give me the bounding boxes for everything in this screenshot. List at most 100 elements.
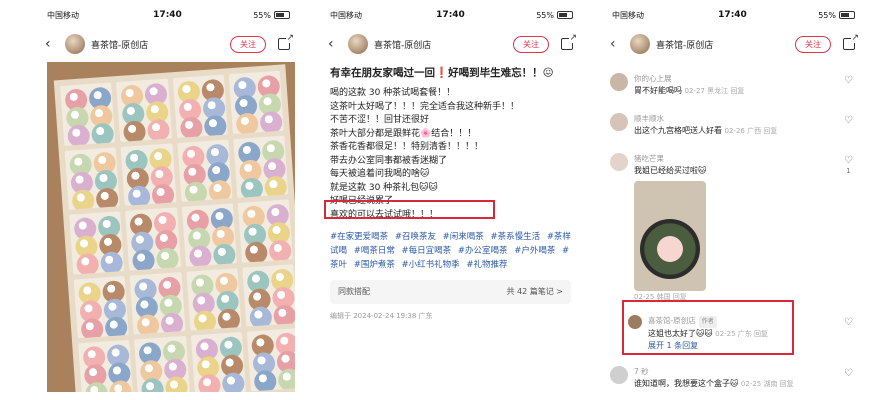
like-icon[interactable]: ♡ — [844, 76, 853, 86]
hashtag[interactable]: #办公室喝茶 — [458, 246, 508, 256]
phone-screen-comments: 中国移动 17:40 55% ‹ 喜茶馆-原创店 关注 你的心上展 胃不好能喝吗… — [600, 0, 865, 400]
share-icon[interactable] — [843, 33, 859, 50]
clock: 17:40 — [436, 10, 465, 20]
like-icon[interactable]: ♡ — [844, 369, 853, 379]
follow-button[interactable]: 关注 — [513, 35, 549, 53]
share-icon[interactable] — [561, 33, 577, 50]
shop-name[interactable]: 喜茶馆-原创店 — [91, 38, 224, 51]
like-count: 1 — [846, 167, 851, 175]
hashtag[interactable]: #在家更爱喝茶 — [330, 232, 388, 242]
commenter-name[interactable]: 猪吃芒果 — [634, 153, 855, 165]
hashtag[interactable]: #户外喝茶 — [514, 246, 555, 256]
highlight-box — [622, 300, 794, 355]
post-line: 喝的这款 30 种茶试喝套餐！！ — [330, 88, 456, 98]
post-line: 这茶叶太好喝了！！！完全适合我这种新手！！ — [330, 101, 520, 112]
tea-compartment — [181, 203, 237, 267]
commenter-avatar[interactable] — [610, 366, 628, 384]
follow-button[interactable]: 关注 — [230, 35, 266, 53]
tea-compartment — [233, 135, 289, 199]
comment-meta: 02-25 湖南 回复 — [740, 380, 794, 388]
comment[interactable]: 猪吃芒果 我姐已经给买过啦🐱 02-25 韩国 回复 ♡ 1 — [600, 148, 865, 308]
tea-compartment — [246, 328, 295, 392]
tea-compartment — [228, 70, 284, 134]
share-icon[interactable] — [278, 33, 294, 50]
comment-meta: 02-27 黑龙江 回复 — [684, 87, 745, 95]
comment[interactable]: 你的心上展 胃不好能喝吗 02-27 黑龙江 回复 ♡ — [600, 68, 865, 102]
post-line-highlighted: 每天被追着问我喝的啥🐱 — [330, 169, 430, 179]
tea-box-image — [53, 64, 295, 392]
tea-compartment — [60, 82, 116, 146]
avatar[interactable] — [630, 34, 650, 54]
comment-text: 我姐已经给买过啦🐱 — [634, 166, 707, 175]
comment[interactable]: 7 秒 谁知道啊，我想要这个盒子🐱 02-25 湖南 回复 ♡ — [600, 361, 865, 395]
avatar[interactable] — [348, 34, 368, 54]
hashtag[interactable]: #围炉煮茶 — [354, 260, 395, 270]
tea-compartment — [69, 211, 125, 275]
hashtag[interactable]: #茶系慢生活 — [490, 232, 540, 242]
battery-icon — [839, 11, 855, 19]
hashtag[interactable]: #礼物推荐 — [466, 260, 507, 270]
clock: 17:40 — [153, 10, 182, 20]
back-icon[interactable]: ‹ — [45, 36, 59, 52]
like-icon[interactable]: ♡ — [844, 318, 853, 328]
status-bar: 中国移动 17:40 55% — [600, 0, 865, 30]
tea-compartment — [64, 146, 120, 210]
commenter-avatar[interactable] — [610, 113, 628, 131]
post-line: 茶叶大部分都是跟鲜花🌸结合！！！ — [330, 128, 477, 139]
comment[interactable]: 顺丰顺水 出这个九宫格吧送人好看 02-26 广西 回复 ♡ — [600, 108, 865, 142]
tea-compartment — [237, 199, 293, 263]
hashtag[interactable]: #每日宜喝茶 — [402, 246, 452, 256]
collection-label: 同款搭配 — [338, 287, 370, 296]
comment-text: 胃不好能喝吗 — [634, 86, 682, 95]
post-photo[interactable] — [47, 62, 295, 392]
hashtag[interactable]: #闲来喝茶 — [443, 232, 484, 242]
follow-button[interactable]: 关注 — [795, 35, 831, 53]
status-bar: 中国移动 17:40 55% — [318, 0, 583, 30]
commenter-name[interactable]: 你的心上展 — [634, 73, 855, 85]
post-body: 有幸在朋友家喝过一回❗好喝到毕生难忘！！😖 喝的这款 30 种茶试喝套餐！！ 这… — [318, 66, 583, 323]
commenter-avatar[interactable] — [610, 73, 628, 91]
hashtag-list: #在家更爱喝茶 #召唤茶友 #闲来喝茶 #茶系慢生活 #茶样试喝 #喝茶日常 #… — [330, 230, 571, 272]
highlight-box — [324, 200, 495, 219]
tea-compartment — [242, 264, 295, 328]
back-icon[interactable]: ‹ — [610, 36, 624, 52]
tea-compartment — [185, 267, 242, 331]
post-line: 带去办公室同事都被香迷糊了 — [330, 155, 448, 166]
post-line: 就是这款 30 种茶礼包🐱🐱 — [330, 182, 438, 193]
edit-timestamp: 编辑于 2024-02-24 19:38 广东 — [330, 311, 433, 320]
phone-screen-photo: 中国移动 17:40 55% ‹ 喜茶馆-原创店 关注 — [35, 0, 300, 400]
commenter-name[interactable]: 顺丰顺水 — [634, 113, 855, 125]
hashtag[interactable]: #喝茶日常 — [354, 246, 395, 256]
post-line: 茶香花香都很足！！特别清香！！！！ — [330, 142, 484, 152]
hashtag[interactable]: #召唤茶友 — [395, 232, 436, 242]
avatar[interactable] — [65, 34, 85, 54]
post-line: 不苦不涩！！回甘还很好 — [330, 115, 430, 125]
post-title: 有幸在朋友家喝过一回❗好喝到毕生难忘！！😖 — [330, 67, 554, 79]
nav-bar: ‹ 喜茶馆-原创店 关注 — [35, 30, 300, 58]
back-icon[interactable]: ‹ — [328, 36, 342, 52]
tea-compartment — [190, 332, 246, 392]
tea-compartment — [78, 340, 134, 392]
tea-compartment — [116, 78, 172, 142]
tea-compartment — [129, 271, 186, 335]
collection-row[interactable]: 同款搭配 共 42 篇笔记 > — [330, 280, 571, 304]
like-icon[interactable]: ♡ — [844, 116, 853, 126]
commenter-avatar[interactable] — [610, 153, 628, 171]
tea-compartment — [125, 207, 181, 271]
tea-compartment — [176, 139, 233, 203]
status-bar: 中国移动 17:40 55% — [35, 0, 300, 30]
hashtag[interactable]: #小红书礼物季 — [402, 260, 460, 270]
tea-compartment — [120, 142, 177, 207]
collection-count: 共 42 篇笔记 > — [506, 287, 563, 296]
comment-meta: 02-26 广西 回复 — [724, 127, 778, 135]
comment-image[interactable] — [634, 181, 706, 291]
shop-name[interactable]: 喜茶馆-原创店 — [656, 38, 789, 51]
nav-bar: ‹ 喜茶馆-原创店 关注 — [600, 30, 865, 58]
shop-name[interactable]: 喜茶馆-原创店 — [374, 38, 507, 51]
clock: 17:40 — [718, 10, 747, 20]
battery-icon — [557, 11, 573, 19]
tea-compartment — [172, 74, 228, 138]
like-icon[interactable]: ♡ 1 — [844, 156, 853, 176]
commenter-name[interactable]: 7 秒 — [634, 366, 855, 378]
comment-text: 出这个九宫格吧送人好看 — [634, 126, 722, 135]
